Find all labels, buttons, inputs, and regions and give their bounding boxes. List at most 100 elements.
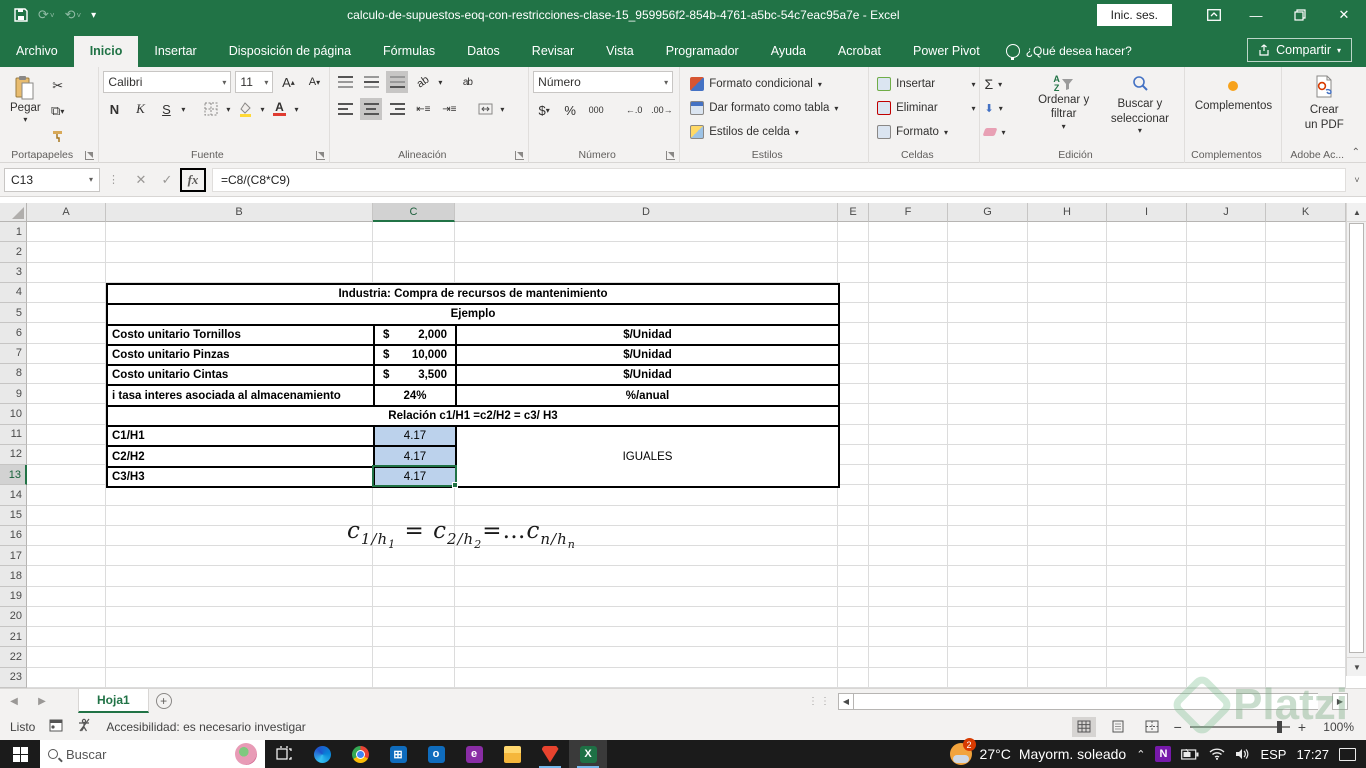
table-title-cell[interactable]: Industria: Compra de recursos de manteni… <box>106 282 840 306</box>
font-color-icon[interactable]: A <box>268 98 290 120</box>
create-pdf-button[interactable]: Crear un PDF <box>1286 71 1362 136</box>
row-header-3[interactable]: 3 <box>0 262 27 283</box>
undo-icon[interactable]: ⟲ ˅ <box>65 7 82 23</box>
merge-dropdown[interactable]: ▾ <box>500 105 504 114</box>
vertical-scroll-thumb[interactable] <box>1349 223 1364 653</box>
redo-icon[interactable]: ⟳ ˅ <box>38 7 55 23</box>
underline-button[interactable]: S <box>155 98 177 120</box>
clear-button[interactable]: ▾ <box>983 121 1028 143</box>
ratio-cell[interactable]: 4.17 <box>373 445 457 468</box>
addins-button[interactable]: Complementos <box>1189 71 1277 117</box>
customize-qat-icon[interactable]: ▾ <box>91 10 96 21</box>
row-header-14[interactable]: 14 <box>0 485 27 506</box>
row-header-18[interactable]: 18 <box>0 566 27 587</box>
row-header-8[interactable]: 8 <box>0 363 27 384</box>
zoom-slider[interactable]: − + <box>1174 719 1306 735</box>
currency-format-icon[interactable]: $ ▾ <box>533 99 555 121</box>
align-right-icon[interactable] <box>386 98 408 120</box>
row-header-15[interactable]: 15 <box>0 505 27 526</box>
cell-styles-button[interactable]: Estilos de celda ▾ <box>690 121 864 143</box>
row-header-12[interactable]: 12 <box>0 444 27 465</box>
row-header-7[interactable]: 7 <box>0 343 27 364</box>
insert-cells-button[interactable]: Insertar ▾ <box>877 73 975 95</box>
copy-icon[interactable]: ⧉ ▾ <box>47 100 69 122</box>
tab-disposicion[interactable]: Disposición de página <box>213 36 367 67</box>
row-header-23[interactable]: 23 <box>0 667 27 688</box>
wifi-icon[interactable] <box>1209 748 1225 760</box>
horizontal-scroll-thumb[interactable] <box>854 692 1318 710</box>
action-center-icon[interactable] <box>1339 747 1356 761</box>
tab-programador[interactable]: Programador <box>650 36 755 67</box>
tab-archivo[interactable]: Archivo <box>0 36 74 67</box>
row-header-5[interactable]: 5 <box>0 303 27 324</box>
brave-icon[interactable] <box>531 740 569 768</box>
row-header-22[interactable]: 22 <box>0 647 27 668</box>
tell-me-search[interactable]: ¿Qué desea hacer? <box>996 44 1132 67</box>
horizontal-scrollbar[interactable]: ◀ ▶ <box>838 689 1348 713</box>
row-header-21[interactable]: 21 <box>0 627 27 648</box>
cancel-entry-icon[interactable]: ✕ <box>128 168 154 192</box>
taskbar-search[interactable]: Buscar <box>40 740 265 768</box>
zoom-in-icon[interactable]: + <box>1298 719 1306 735</box>
row-header-20[interactable]: 20 <box>0 606 27 627</box>
iguales-cell[interactable]: IGUALES <box>455 425 840 488</box>
borders-dropdown[interactable]: ▾ <box>226 105 230 114</box>
row-header-13[interactable]: 13 <box>0 465 27 486</box>
store-icon[interactable]: ⊞ <box>379 740 417 768</box>
delete-cells-button[interactable]: Eliminar ▾ <box>877 97 975 119</box>
onenote-tray-icon[interactable]: N <box>1155 746 1172 762</box>
outlook-icon[interactable]: o <box>417 740 455 768</box>
comma-format-icon[interactable]: 000 <box>585 99 607 121</box>
row-header-9[interactable]: 9 <box>0 384 27 405</box>
normal-view-icon[interactable] <box>1071 716 1096 737</box>
excel-taskbar-icon[interactable]: X <box>569 740 607 768</box>
weather-widget[interactable]: 2 27°C Mayorm. soleado <box>949 738 1126 765</box>
fill-color-dropdown[interactable]: ▾ <box>260 105 264 114</box>
italic-button[interactable]: K <box>129 98 151 120</box>
edge-icon[interactable] <box>303 740 341 768</box>
ribbon-display-options-icon[interactable] <box>1194 0 1234 30</box>
sheet-tab-hoja1[interactable]: Hoja1 <box>78 689 149 713</box>
chrome-icon[interactable] <box>341 740 379 768</box>
start-button[interactable] <box>0 740 40 768</box>
grow-font-icon[interactable]: A ▴ <box>277 71 299 93</box>
scroll-down-icon[interactable]: ▼ <box>1347 657 1366 676</box>
decrease-decimal-icon[interactable]: .00→ <box>649 99 675 121</box>
clipboard-dialog-launcher[interactable] <box>85 151 95 160</box>
row-header-10[interactable]: 10 <box>0 404 27 425</box>
scroll-up-icon[interactable]: ▲ <box>1347 203 1366 222</box>
purple-app-icon[interactable]: e <box>455 740 493 768</box>
align-middle-icon[interactable] <box>360 71 382 93</box>
select-all-corner[interactable] <box>0 203 27 222</box>
task-view-icon[interactable] <box>265 740 303 768</box>
sheet-nav-left-icon[interactable]: ◀ <box>0 689 28 713</box>
name-box[interactable]: C13 ▾ <box>4 167 100 192</box>
column-header-G[interactable]: G <box>948 203 1028 222</box>
macro-record-icon[interactable] <box>49 719 63 735</box>
number-dialog-launcher[interactable] <box>666 151 676 160</box>
font-color-dropdown[interactable]: ▾ <box>294 105 298 114</box>
zoom-thumb[interactable] <box>1276 720 1282 733</box>
add-sheet-button[interactable]: + <box>149 689 179 713</box>
align-top-icon[interactable] <box>334 71 356 93</box>
tab-vista[interactable]: Vista <box>590 36 650 67</box>
column-header-C[interactable]: C <box>373 203 455 222</box>
row-header-16[interactable]: 16 <box>0 525 27 546</box>
fill-button[interactable]: ⬇ ▾ <box>984 97 1028 119</box>
row-header-17[interactable]: 17 <box>0 546 27 567</box>
battery-icon[interactable] <box>1181 748 1199 760</box>
font-name-combo[interactable]: Calibri ▾ <box>103 71 232 93</box>
cut-icon[interactable]: ✂ <box>47 75 69 97</box>
share-button[interactable]: Compartir ▾ <box>1247 38 1352 62</box>
column-header-K[interactable]: K <box>1266 203 1346 222</box>
tab-ayuda[interactable]: Ayuda <box>755 36 822 67</box>
underline-dropdown[interactable]: ▾ <box>181 105 185 114</box>
sort-filter-button[interactable]: AZ Ordenar y filtrar ▾ <box>1028 71 1099 145</box>
increase-decimal-icon[interactable]: ←.0 <box>623 99 645 121</box>
orientation-icon[interactable]: ab <box>408 67 439 98</box>
column-header-A[interactable]: A <box>27 203 106 222</box>
font-dialog-launcher[interactable] <box>316 151 326 160</box>
row-header-4[interactable]: 4 <box>0 282 27 303</box>
font-size-combo[interactable]: 11 ▾ <box>235 71 274 93</box>
row-header-6[interactable]: 6 <box>0 323 27 344</box>
